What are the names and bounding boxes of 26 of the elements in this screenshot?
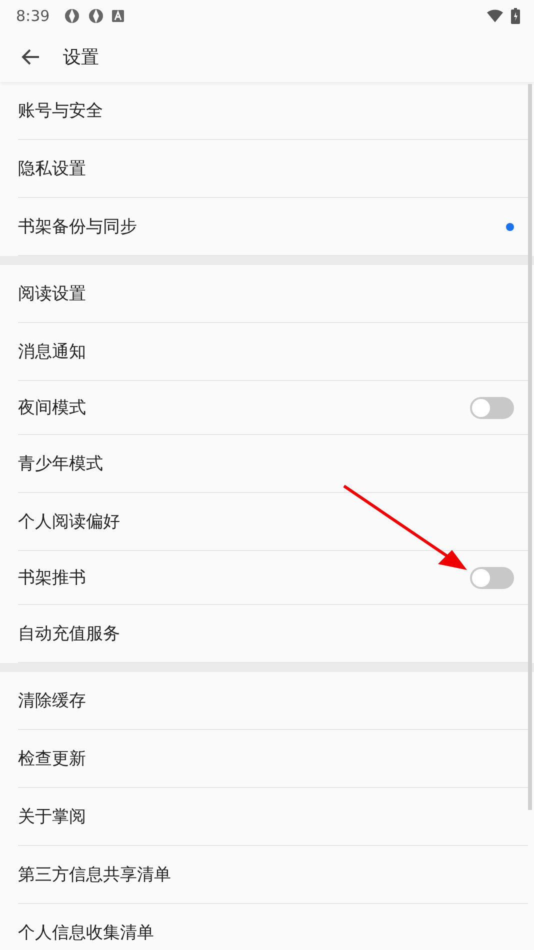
aperture-icon [88, 8, 104, 24]
settings-item[interactable]: 书架推书 [18, 566, 86, 589]
settings-item[interactable]: 第三方信息共享清单 [18, 863, 171, 886]
settings-item[interactable]: 夜间模式 [18, 396, 86, 419]
scrollbar[interactable] [528, 84, 532, 810]
settings-item[interactable]: 账号与安全 [18, 99, 103, 122]
toggle-switch[interactable] [470, 396, 514, 418]
status-time: 8:39 [16, 7, 50, 25]
back-arrow-icon[interactable] [21, 47, 41, 67]
settings-item[interactable]: 阅读设置 [18, 282, 86, 305]
wifi-icon [487, 8, 503, 24]
settings-item[interactable]: 消息通知 [18, 340, 86, 363]
keyboard-icon [112, 10, 124, 22]
settings-item[interactable]: 书架备份与同步 [18, 215, 137, 238]
settings-item[interactable]: 清除缓存 [18, 689, 86, 712]
battery-icon [511, 8, 520, 24]
toggle-switch[interactable] [470, 566, 514, 588]
settings-item[interactable]: 关于掌阅 [18, 805, 86, 828]
settings-item[interactable]: 青少年模式 [18, 452, 103, 475]
settings-item[interactable]: 检查更新 [18, 747, 86, 770]
settings-item[interactable]: 隐私设置 [18, 157, 86, 180]
settings-item[interactable]: 个人信息收集清单 [18, 921, 154, 944]
settings-item[interactable]: 自动充值服务 [18, 622, 120, 645]
aperture-icon [64, 8, 80, 24]
settings-item[interactable]: 个人阅读偏好 [18, 510, 120, 533]
page-title: 设置 [63, 46, 99, 69]
